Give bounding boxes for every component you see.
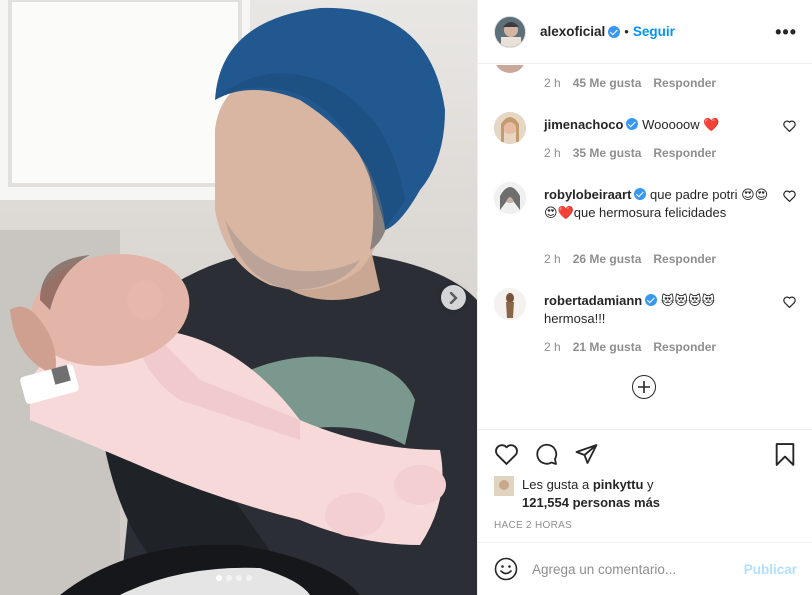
add-comment-bar: Publicar	[478, 542, 812, 595]
reply-button[interactable]: Responder	[653, 76, 716, 90]
post-side-panel: alexoficial • Seguir ••• 2 h 45 Me gusta…	[477, 0, 812, 595]
comment-avatar[interactable]	[494, 112, 526, 144]
post-header: alexoficial • Seguir •••	[478, 0, 812, 64]
post-time-ago[interactable]: HACE 2 HORAS	[494, 520, 572, 531]
likes-prefix: Les gusta a	[522, 477, 590, 492]
load-more-comments-button[interactable]	[632, 375, 656, 399]
reply-button[interactable]: Responder	[653, 146, 716, 160]
comment-like-heart-icon[interactable]	[783, 190, 796, 202]
comment-avatar[interactable]	[494, 182, 526, 214]
comment-time: 2 h	[544, 146, 561, 160]
comment-time: 2 h	[544, 76, 561, 90]
comment-username[interactable]: robertadamiann	[544, 293, 642, 308]
author-username[interactable]: alexoficial	[540, 24, 605, 39]
comment-meta: 2 h 45 Me gusta Responder	[544, 76, 716, 90]
author-avatar[interactable]	[494, 15, 526, 48]
avatar-image	[494, 182, 526, 214]
avatar-image	[495, 16, 525, 47]
publish-button[interactable]: Publicar	[744, 562, 797, 577]
post-photo[interactable]	[0, 0, 477, 595]
comment-text: jimenachoco Wooooow ❤️	[544, 116, 774, 134]
avatar-image	[494, 476, 514, 496]
instagram-post: alexoficial • Seguir ••• 2 h 45 Me gusta…	[0, 0, 812, 595]
comment-avatar[interactable]	[494, 65, 526, 73]
comment-like-heart-icon[interactable]	[783, 120, 796, 132]
verified-badge-icon	[608, 25, 621, 38]
reply-button[interactable]: Responder	[653, 252, 716, 266]
comment-username[interactable]: robylobeiraart	[544, 187, 631, 202]
liker-avatar[interactable]	[494, 476, 514, 496]
carousel-dot	[226, 575, 232, 581]
liker-username[interactable]: pinkyttu	[593, 477, 644, 492]
avatar-image	[494, 112, 526, 144]
paper-plane-icon[interactable]	[574, 442, 599, 466]
carousel-dot	[236, 575, 242, 581]
comment-input[interactable]	[532, 561, 732, 577]
comment-like-heart-icon[interactable]	[783, 296, 796, 308]
comment-username[interactable]: jimenachoco	[544, 117, 623, 132]
comment-text: robertadamiann 😻😻😻😻 hermosa!!!	[544, 292, 774, 328]
comment-meta: 2 h 35 Me gusta Responder	[544, 146, 716, 160]
comment-body: Wooooow ❤️	[642, 117, 720, 132]
plus-circle-icon	[638, 381, 650, 393]
carousel-dot	[246, 575, 252, 581]
comment-likes[interactable]: 26 Me gusta	[573, 252, 642, 266]
header-separator: •	[624, 24, 629, 39]
carousel-dot-active	[216, 575, 222, 581]
verified-badge-icon	[645, 294, 658, 306]
verified-badge-icon	[626, 118, 639, 130]
chevron-right-icon	[449, 291, 458, 304]
photo-scene	[0, 0, 477, 595]
comment-meta: 2 h 26 Me gusta Responder	[544, 252, 716, 266]
likes-count[interactable]: 121,554 personas más	[522, 495, 660, 510]
heart-icon[interactable]	[494, 442, 519, 466]
likes-suffix: y	[647, 477, 654, 492]
comment-likes[interactable]: 45 Me gusta	[573, 76, 642, 90]
more-options-icon[interactable]: •••	[775, 22, 797, 43]
verified-badge-icon	[634, 188, 647, 200]
comments-list[interactable]: 2 h 45 Me gusta Responder jimenachoco Wo…	[478, 65, 812, 429]
likes-summary: Les gusta a pinkyttu y 121,554 personas …	[494, 476, 660, 512]
carousel-next-button[interactable]	[441, 285, 466, 310]
likes-text: Les gusta a pinkyttu y 121,554 personas …	[522, 476, 660, 512]
comment-likes[interactable]: 35 Me gusta	[573, 146, 642, 160]
follow-button[interactable]: Seguir	[633, 24, 675, 39]
comment-avatar[interactable]	[494, 288, 526, 320]
comment-text: robylobeiraart que padre potri 😍😍😍❤️que …	[544, 186, 774, 222]
comment-meta: 2 h 21 Me gusta Responder	[544, 340, 716, 354]
comment-time: 2 h	[544, 340, 561, 354]
avatar-image	[494, 288, 526, 320]
emoji-icon[interactable]	[494, 557, 518, 581]
comment-likes[interactable]: 21 Me gusta	[573, 340, 642, 354]
comment-time: 2 h	[544, 252, 561, 266]
carousel-indicator	[216, 575, 252, 581]
bookmark-icon[interactable]	[774, 442, 796, 467]
reply-button[interactable]: Responder	[653, 340, 716, 354]
comment-icon[interactable]	[534, 442, 559, 466]
post-actions: Les gusta a pinkyttu y 121,554 personas …	[478, 429, 812, 541]
